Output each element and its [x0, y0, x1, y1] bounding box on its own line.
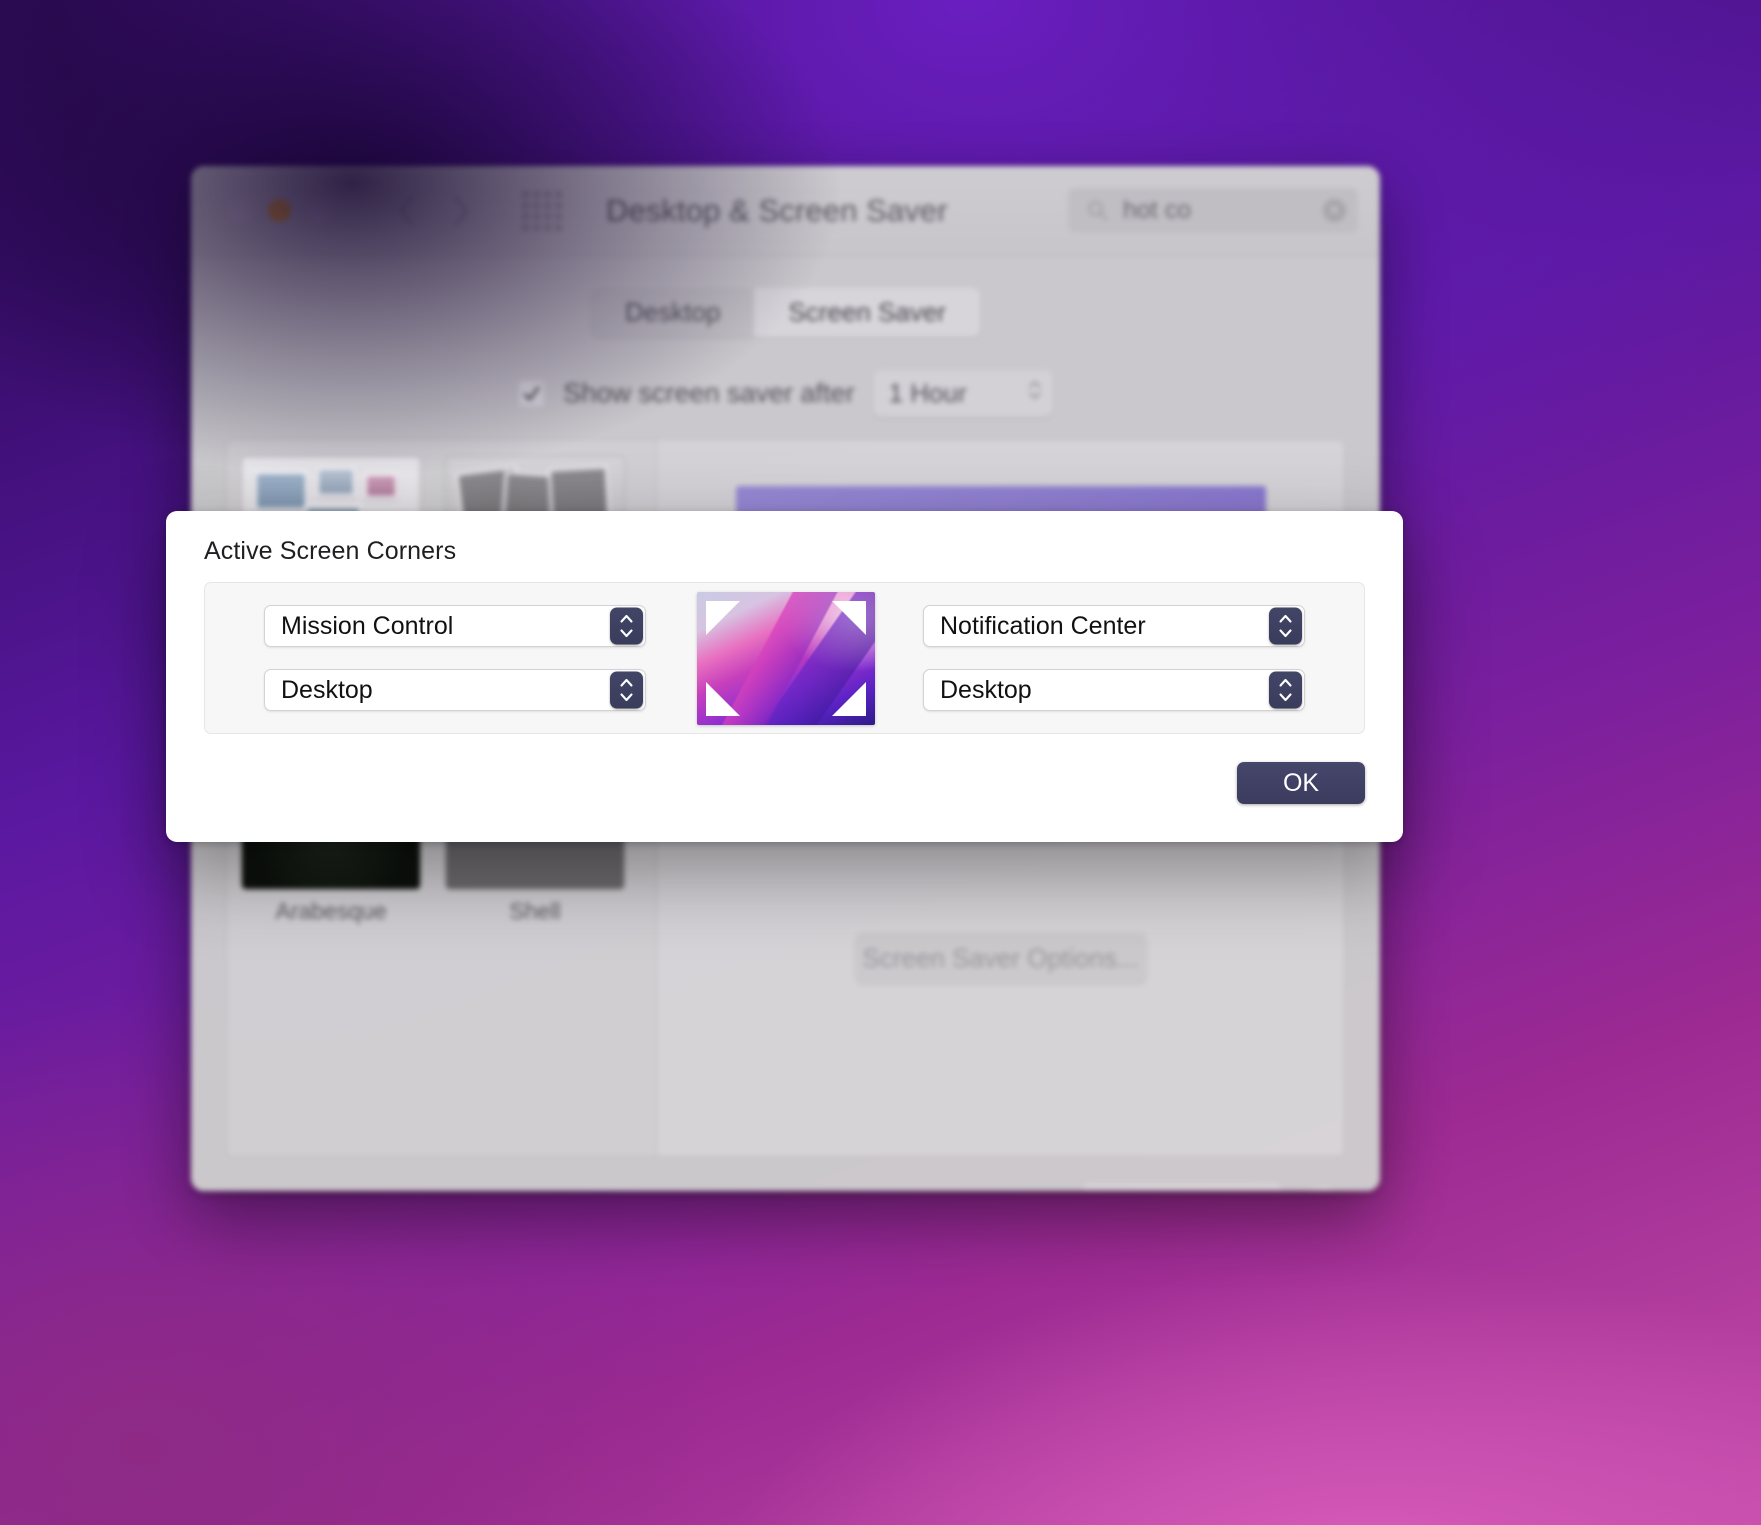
show-screen-saver-checkbox[interactable]: [518, 380, 546, 407]
screen-saver-delay-select[interactable]: 1 Hour: [872, 370, 1053, 417]
desktop-wallpaper: Desktop & Screen Saver hot co ✕ Desktop …: [0, 0, 1761, 1525]
tab-screen-saver[interactable]: Screen Saver: [754, 288, 980, 337]
page-title: Desktop & Screen Saver: [606, 192, 948, 228]
corner-assignment-panel: Mission Control Desktop Notification Cen…: [204, 582, 1365, 734]
screen-saver-delay-value: 1 Hour: [888, 378, 967, 408]
search-field[interactable]: hot co ✕: [1068, 188, 1358, 233]
stepper-icon[interactable]: [1269, 671, 1302, 709]
top-right-corner-select[interactable]: Notification Center: [923, 605, 1305, 647]
traffic-lights: [228, 199, 331, 222]
stepper-icon[interactable]: [1269, 607, 1302, 645]
top-left-corner-select[interactable]: Mission Control: [264, 605, 646, 647]
bottom-left-corner-marker-icon[interactable]: [706, 681, 740, 716]
tab-bar: Desktop Screen Saver: [191, 288, 1380, 337]
close-button[interactable]: [228, 199, 251, 222]
top-right-corner-marker-icon[interactable]: [832, 600, 866, 635]
back-chevron-icon[interactable]: [396, 194, 418, 228]
right-corner-column: Notification Center Desktop: [923, 605, 1305, 711]
bottom-right-corner-select[interactable]: Desktop: [923, 669, 1305, 711]
show-screen-saver-row: Show screen saver after 1 Hour: [191, 370, 1380, 417]
screen-saver-options-button[interactable]: Screen Saver Options...: [854, 932, 1147, 984]
zoom-button[interactable]: [308, 199, 331, 222]
left-corner-column: Mission Control Desktop: [264, 605, 646, 711]
search-input-value[interactable]: hot co: [1123, 196, 1191, 225]
bottom-left-corner-value: Desktop: [281, 675, 373, 704]
show-screen-saver-label: Show screen saver after: [563, 378, 855, 408]
stepper-icon[interactable]: [610, 607, 643, 645]
forward-chevron-icon[interactable]: [450, 194, 472, 228]
active-screen-corners-dialog: Active Screen Corners Mission Control De…: [166, 511, 1403, 842]
bottom-toolbar: Use random screen saver Show with clock …: [191, 1183, 1380, 1191]
navigation-arrows: [396, 194, 472, 228]
ok-button[interactable]: OK: [1237, 762, 1365, 804]
help-button[interactable]: ?: [1299, 1186, 1345, 1191]
list-item-label: Arabesque: [275, 898, 387, 924]
stepper-icon[interactable]: [610, 671, 643, 709]
top-left-corner-value: Mission Control: [281, 611, 454, 640]
search-icon: [1086, 199, 1109, 222]
show-all-grid-icon[interactable]: [522, 190, 562, 231]
top-right-corner-value: Notification Center: [940, 611, 1146, 640]
window-titlebar: Desktop & Screen Saver hot co ✕: [191, 166, 1380, 256]
top-left-corner-marker-icon[interactable]: [706, 600, 740, 635]
list-item-label: Shell: [509, 898, 561, 924]
bottom-right-corner-marker-icon[interactable]: [832, 681, 866, 716]
clear-search-icon[interactable]: ✕: [1323, 199, 1346, 222]
hot-corners-button[interactable]: Hot Corners...: [1081, 1183, 1283, 1191]
bottom-left-corner-select[interactable]: Desktop: [264, 669, 646, 711]
minimize-button[interactable]: [268, 199, 291, 222]
tab-desktop[interactable]: Desktop: [591, 288, 755, 337]
dialog-title: Active Screen Corners: [204, 537, 457, 565]
screen-corner-preview: [697, 591, 875, 725]
chevron-updown-icon: [1027, 378, 1043, 409]
bottom-right-corner-value: Desktop: [940, 675, 1032, 704]
dialog-actions: OK: [204, 762, 1365, 804]
